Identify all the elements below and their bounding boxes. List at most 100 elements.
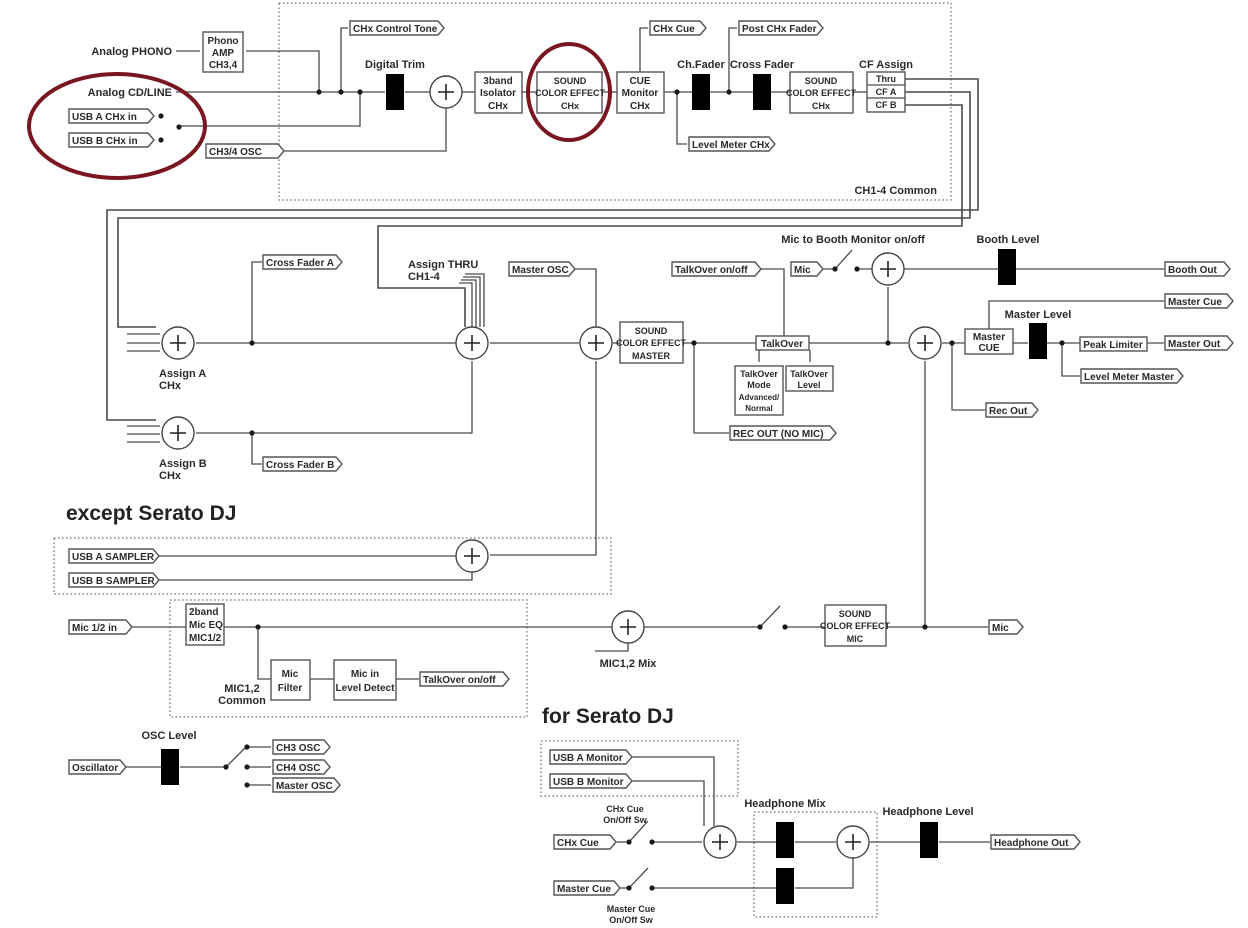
tag-label: Booth Out: [1168, 265, 1218, 276]
block-label: Master: [973, 332, 1005, 343]
block-label: TalkOver: [761, 339, 803, 350]
ch-fader-icon[interactable]: [692, 74, 710, 110]
tag-label: Rec Out: [989, 406, 1028, 417]
post-chx-fader-tag: Post CHx Fader: [738, 20, 824, 36]
tag-label: Master Cue: [557, 884, 611, 895]
headphone-level-knob-icon[interactable]: [920, 822, 938, 858]
chx-cue-sw-label: CHx Cue: [606, 804, 644, 814]
sum-headphone-mix: [836, 825, 870, 859]
sum-assign-thru: [455, 326, 489, 360]
booth-level-knob-icon[interactable]: [998, 249, 1016, 285]
tag-label: Master Cue: [1168, 297, 1222, 308]
rec-out-tag: Rec Out: [985, 402, 1039, 418]
block-sound-color-effect-chx-post: SOUND COLOR EFFECT CHx: [786, 71, 856, 114]
assign-thru-label: CH1-4: [408, 271, 441, 283]
sum-sampler: [455, 539, 489, 573]
assign-thru-label: Assign THRU: [408, 259, 478, 271]
block-mic-filter: Mic Filter: [270, 659, 311, 701]
master-cue-sw-label: Master Cue: [607, 904, 656, 914]
block-cf-assign[interactable]: CF Assign Thru CF A CF B: [859, 59, 913, 113]
block-mic-eq: 2band Mic EQ MIC1/2: [185, 603, 225, 646]
block-label: CHx: [630, 101, 650, 112]
tag-label: CH3 OSC: [276, 743, 320, 754]
digital-trim-label: Digital Trim: [365, 59, 425, 71]
master-cue-out-tag: Master Cue: [1164, 293, 1234, 309]
block-label: Normal: [745, 404, 773, 413]
level-meter-chx-tag: Level Meter CHx: [688, 136, 776, 152]
master-level-label: Master Level: [1005, 309, 1072, 321]
tag-label: Mic 1/2 in: [72, 623, 117, 634]
cf-assign-a[interactable]: CF A: [876, 87, 897, 97]
tag-label: Headphone Out: [994, 838, 1069, 849]
block-label: 3band: [483, 76, 512, 87]
block-label: COLOR EFFECT: [535, 88, 605, 98]
tag-label: Master OSC: [276, 781, 333, 792]
block-label: TalkOver: [790, 369, 828, 379]
block-label: Isolator: [480, 88, 516, 99]
chx-cue-in-tag: CHx Cue: [553, 834, 617, 850]
block-label: Filter: [278, 683, 303, 694]
ch1-4-common-label: CH1-4 Common: [854, 185, 937, 197]
block-label: MASTER: [632, 351, 671, 361]
block-label: Mic in: [351, 669, 379, 680]
master-cue-sw-label: On/Off Sw: [609, 915, 653, 925]
wires-master: [127, 249, 1164, 628]
block-sound-color-effect-master: SOUND COLOR EFFECT MASTER: [616, 321, 686, 364]
block-label: Level Detect: [336, 683, 396, 694]
digital-trim-knob-icon[interactable]: [386, 74, 404, 110]
usb-b-sampler-tag: USB B SAMPLER: [68, 572, 160, 588]
sum-trim: [429, 75, 463, 109]
tag-label: TalkOver on/off: [675, 265, 748, 276]
tag-label: USB B Monitor: [553, 777, 624, 788]
block-talkover-mode[interactable]: TalkOver Mode Advanced/ Normal: [734, 365, 784, 416]
block-talkover-level[interactable]: TalkOver Level: [785, 365, 834, 392]
block-label: Mic: [282, 669, 299, 680]
level-meter-master-tag: Level Meter Master: [1080, 368, 1184, 384]
sum-master: [579, 326, 613, 360]
block-label: CHx: [488, 101, 508, 112]
master-level-knob-icon[interactable]: [1029, 323, 1047, 359]
cf-assign-thru[interactable]: Thru: [876, 74, 896, 84]
block-label: CHx: [561, 101, 579, 111]
mic-to-booth-label: Mic to Booth Monitor on/off: [781, 234, 925, 246]
headphone-level-label: Headphone Level: [882, 806, 973, 818]
block-label: 2band: [189, 607, 218, 618]
block-cue-monitor: CUE Monitor CHx: [616, 71, 665, 114]
mic-out-tag: Mic: [988, 619, 1024, 635]
talkover-onoff-in-tag: TalkOver on/off: [671, 261, 762, 277]
cross-fader-icon[interactable]: [753, 74, 771, 110]
tag-label: USB B CHx in: [72, 136, 138, 147]
tag-label: USB A Monitor: [553, 753, 623, 764]
headphone-mix-cue-knob-icon[interactable]: [776, 822, 794, 858]
usb-a-sampler-tag: USB A SAMPLER: [68, 548, 160, 564]
io-tags: USB A CHx in USB B CHx in CH3/4 OSC CHx Con…: [68, 20, 1234, 896]
block-mic-level-detect: Mic in Level Detect: [333, 659, 397, 701]
usb-b-chx-in-tag: USB B CHx in: [68, 132, 155, 148]
cross-fader-b-tag: Cross Fader B: [262, 456, 343, 472]
sum-master-mic: [908, 326, 942, 360]
block-label: CHx: [812, 101, 830, 111]
master-osc-out-tag: Master OSC: [272, 777, 341, 793]
oscillator-tag: Oscillator: [68, 759, 127, 775]
master-out-tag: Master Out: [1164, 335, 1234, 351]
ch3-osc-tag: CH3 OSC: [272, 739, 331, 755]
block-master-cue[interactable]: Master CUE: [964, 328, 1014, 355]
block-label: AMP: [212, 48, 235, 59]
sum-assign-a: [161, 326, 195, 360]
block-label: CUE: [978, 343, 999, 354]
tag-label: Oscillator: [72, 763, 118, 774]
cf-assign-title: CF Assign: [859, 59, 913, 71]
block-peak-limiter: Peak Limiter: [1079, 336, 1148, 352]
usb-a-monitor-tag: USB A Monitor: [549, 749, 633, 765]
tag-label: CHx Cue: [557, 838, 599, 849]
block-label: MIC: [847, 634, 864, 644]
block-label: CUE: [629, 76, 650, 87]
booth-level-label: Booth Level: [977, 234, 1040, 246]
chx-control-tone-tag: CHx Control Tone: [349, 20, 445, 36]
cf-assign-b[interactable]: CF B: [876, 100, 897, 110]
headphone-mix-master-knob-icon[interactable]: [776, 868, 794, 904]
ch34-osc-tag: CH3/4 OSC: [205, 143, 285, 159]
block-label: SOUND: [805, 76, 838, 86]
assign-b-label: Assign B: [159, 458, 207, 470]
osc-level-knob-icon[interactable]: [161, 749, 179, 785]
